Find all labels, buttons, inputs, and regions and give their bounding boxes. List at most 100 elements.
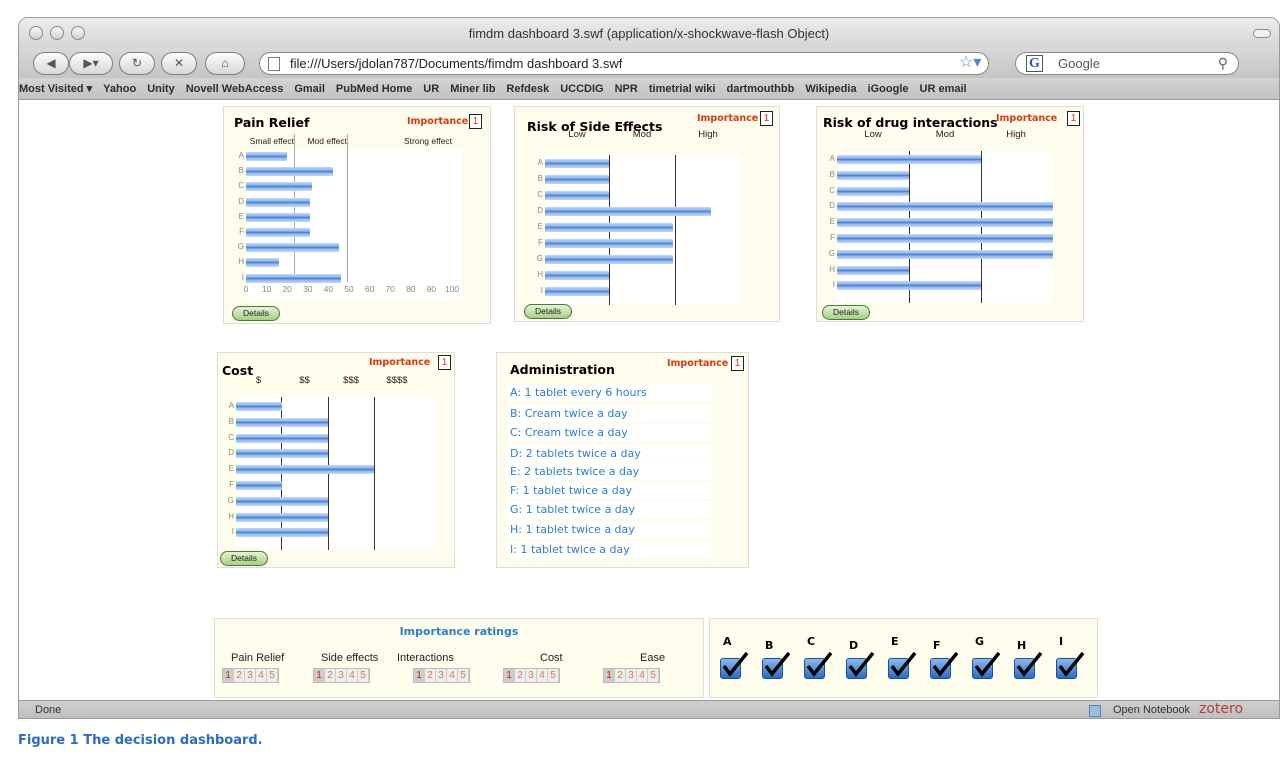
option-checkbox-a[interactable]: A: [720, 635, 750, 679]
details-button[interactable]: Details: [232, 306, 280, 321]
row-label: G: [536, 254, 543, 263]
side-effects-panel: Risk of Side Effects Importance 1 Low Mod…: [514, 106, 780, 322]
bookmark-item[interactable]: UR email: [920, 83, 967, 95]
column-label: Low: [568, 129, 586, 140]
rating-option[interactable]: 1: [314, 669, 325, 682]
checkmark-icon: [806, 651, 833, 677]
status-text: Done: [35, 704, 62, 716]
details-button[interactable]: Details: [524, 304, 572, 319]
rating-option[interactable]: 2: [515, 669, 526, 682]
option-checkbox-e[interactable]: E: [888, 635, 918, 679]
option-checkbox-g[interactable]: G: [972, 635, 1002, 679]
importance-label: Importance: [369, 357, 431, 368]
home-icon: ⌂: [221, 56, 229, 70]
rating-group-label: Cost: [540, 652, 563, 664]
importance-value[interactable]: 1: [1067, 111, 1080, 126]
home-button[interactable]: ⌂: [205, 52, 245, 75]
reload-button[interactable]: ↻: [119, 52, 155, 75]
bookmark-item[interactable]: UR: [423, 83, 439, 95]
rating-option[interactable]: 4: [347, 669, 358, 682]
rating-option[interactable]: 5: [548, 669, 559, 682]
option-checkbox-f[interactable]: F: [930, 639, 960, 679]
bookmark-item[interactable]: Miner lib: [450, 83, 495, 95]
rating-option[interactable]: 2: [425, 669, 436, 682]
checkmark-icon: [722, 651, 749, 677]
bar-c: [837, 186, 909, 196]
status-bar: Done Open Notebook zotero: [19, 700, 1279, 718]
column-divider: [675, 155, 676, 305]
option-checkbox-i[interactable]: I: [1056, 635, 1086, 679]
bar-a: [246, 152, 288, 161]
rating-option[interactable]: 3: [626, 669, 637, 682]
stop-button[interactable]: ✕: [161, 52, 197, 75]
open-notebook-link[interactable]: Open Notebook: [1113, 701, 1190, 718]
details-button[interactable]: Details: [822, 305, 870, 320]
bookmark-item[interactable]: NPR: [615, 83, 638, 95]
importance-value[interactable]: 1: [438, 355, 451, 370]
bar-i: [545, 287, 609, 296]
rating-option[interactable]: 4: [447, 669, 458, 682]
option-checkbox-b[interactable]: B: [762, 639, 792, 679]
rating-option[interactable]: 2: [234, 669, 245, 682]
rating-option[interactable]: 4: [537, 669, 548, 682]
bookmark-star-icon[interactable]: ☆▾: [959, 52, 981, 72]
checkmark-icon: [1058, 651, 1085, 677]
importance-value[interactable]: 1: [731, 356, 744, 371]
bar-f: [545, 239, 673, 248]
bookmark-item[interactable]: Yahoo: [103, 83, 136, 95]
column-label: Mod: [935, 129, 955, 140]
rating-option[interactable]: 1: [504, 669, 515, 682]
rating-option[interactable]: 4: [256, 669, 267, 682]
rating-selector: 12345: [222, 668, 279, 683]
google-engine-icon[interactable]: G: [1026, 55, 1043, 72]
axis-tick: 20: [282, 284, 292, 294]
back-button[interactable]: ◀: [33, 52, 69, 75]
rating-option[interactable]: 5: [358, 669, 369, 682]
rating-option[interactable]: 1: [414, 669, 425, 682]
importance-value[interactable]: 1: [760, 111, 773, 126]
rating-option[interactable]: 1: [604, 669, 615, 682]
figure-caption: Figure 1 The decision dashboard.: [18, 733, 263, 748]
side-effects-plot: Low Mod High A B C D E F G H I: [537, 129, 741, 305]
bar-b: [545, 175, 609, 184]
flash-content: Pain Relief Importance 1 Small effect Mod…: [19, 101, 1279, 700]
bookmark-item[interactable]: Most Visited ▾: [19, 83, 92, 95]
option-checkbox-d[interactable]: D: [846, 639, 876, 679]
bookmark-item[interactable]: Unity: [147, 83, 175, 95]
bookmark-item[interactable]: Gmail: [294, 83, 325, 95]
bookmark-item[interactable]: timetrial wiki: [649, 83, 716, 95]
option-checkbox-h[interactable]: H: [1014, 639, 1044, 679]
bookmark-item[interactable]: PubMed Home: [336, 83, 412, 95]
option-checkbox-c[interactable]: C: [804, 635, 834, 679]
rating-option[interactable]: 5: [648, 669, 659, 682]
row-label: C: [228, 432, 234, 442]
forward-button[interactable]: ▶▾: [69, 52, 113, 75]
importance-value[interactable]: 1: [469, 114, 482, 129]
bookmark-item[interactable]: Novell WebAccess: [186, 83, 284, 95]
bookmark-item[interactable]: iGoogle: [868, 83, 909, 95]
rating-option[interactable]: 2: [325, 669, 336, 682]
rating-option[interactable]: 1: [223, 669, 234, 682]
rating-option[interactable]: 4: [637, 669, 648, 682]
bookmark-item[interactable]: UCCDIG: [560, 83, 603, 95]
toolbar-toggle-button[interactable]: [1253, 29, 1271, 38]
bookmark-item[interactable]: Wikipedia: [805, 83, 856, 95]
rating-option[interactable]: 3: [526, 669, 537, 682]
bookmark-item[interactable]: Refdesk: [506, 83, 549, 95]
rating-option[interactable]: 3: [245, 669, 256, 682]
zotero-logo[interactable]: zotero: [1199, 700, 1243, 718]
rating-option[interactable]: 5: [267, 669, 278, 682]
rating-option[interactable]: 5: [458, 669, 469, 682]
rating-option[interactable]: 3: [336, 669, 347, 682]
bookmark-item[interactable]: dartmouthbb: [726, 83, 794, 95]
row-label: G: [227, 495, 234, 505]
reload-icon: ↻: [131, 56, 143, 70]
details-button[interactable]: Details: [220, 551, 268, 566]
rating-option[interactable]: 3: [436, 669, 447, 682]
search-bar[interactable]: G Google ⚲: [1015, 52, 1239, 75]
row-label: E: [829, 217, 835, 227]
url-bar[interactable]: file:///Users/jdolan787/Documents/fimdm …: [259, 52, 989, 75]
rating-option[interactable]: 2: [615, 669, 626, 682]
notebook-icon[interactable]: [1089, 705, 1101, 717]
search-icon[interactable]: ⚲: [1218, 53, 1228, 74]
